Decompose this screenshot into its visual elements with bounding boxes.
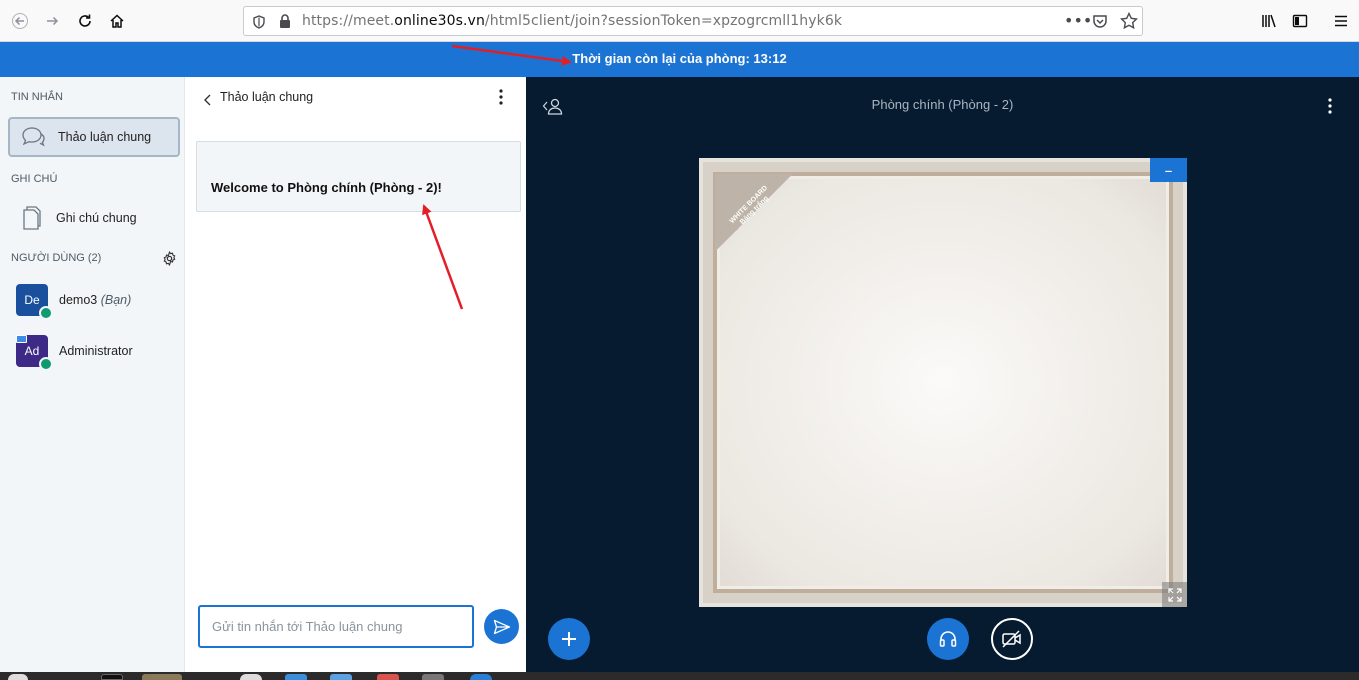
back-icon[interactable] — [6, 7, 34, 35]
url-text: https://meet.online30s.vn/html5client/jo… — [302, 13, 843, 29]
bookmark-star-icon[interactable] — [1119, 11, 1139, 34]
camera-off-button[interactable] — [991, 618, 1033, 660]
user-list-sidebar: TIN NHẮN Thảo luận chung GHI CHÚ Ghi chú… — [0, 77, 185, 672]
minimize-presentation-button[interactable]: – — [1150, 158, 1187, 182]
welcome-message: Welcome to Phòng chính (Phòng - 2)! — [196, 141, 521, 212]
os-taskbar — [0, 672, 1359, 680]
whiteboard-corner-label: WHITE BOARD Bảng trắng — [715, 174, 793, 252]
audio-headset-button[interactable] — [927, 618, 969, 660]
user-item-demo3[interactable]: De demo3 (Bạn) — [16, 284, 181, 320]
page-actions-icon[interactable]: ••• — [1064, 11, 1092, 30]
actions-plus-button[interactable] — [548, 618, 590, 660]
reload-icon[interactable] — [71, 7, 99, 35]
browser-toolbar: https://meet.online30s.vn/html5client/jo… — [0, 0, 1359, 42]
tracking-shield-icon[interactable] — [252, 14, 266, 33]
lock-icon[interactable] — [278, 13, 292, 33]
presentation-area: Phòng chính (Phòng - 2) WHITE BOARD Bảng … — [526, 77, 1359, 672]
chat-panel: Thảo luận chung Welcome to Phòng chính (… — [185, 77, 526, 672]
users-section-title: NGƯỜI DÙNG (2) — [11, 252, 102, 264]
room-title: Phòng chính (Phòng - 2) — [871, 97, 1014, 112]
user-name: demo3 (Bạn) — [59, 293, 132, 307]
headset-icon — [39, 306, 53, 320]
firefox-task-icon[interactable] — [142, 674, 182, 680]
room-timer-bar: Thời gian còn lại của phòng: 13:12 — [0, 42, 1359, 77]
whiteboard-slide[interactable]: WHITE BOARD Bảng trắng — [699, 158, 1187, 607]
launcher-icon[interactable] — [8, 674, 28, 680]
room-timer-text: Thời gian còn lại của phòng: 13:12 — [572, 51, 787, 66]
gear-icon[interactable] — [162, 250, 177, 270]
menu-icon[interactable] — [1327, 7, 1355, 35]
messages-section-title: TIN NHẮN — [11, 91, 63, 103]
app-icon[interactable] — [285, 674, 307, 680]
library-icon[interactable] — [1255, 7, 1283, 35]
options-icon[interactable] — [1328, 98, 1332, 118]
fullscreen-icon[interactable] — [1162, 582, 1187, 607]
pocket-icon[interactable] — [1092, 13, 1108, 33]
user-name: Administrator — [59, 344, 133, 358]
public-chat-label: Thảo luận chung — [58, 130, 152, 144]
chat-message-input[interactable] — [198, 605, 474, 648]
forward-icon[interactable] — [38, 7, 66, 35]
app-icon[interactable] — [330, 674, 352, 680]
send-message-button[interactable] — [484, 609, 519, 644]
notes-icon — [16, 203, 46, 233]
chat-title[interactable]: Thảo luận chung — [220, 90, 313, 104]
app-icon[interactable] — [422, 674, 444, 680]
headset-icon — [39, 357, 53, 371]
chat-options-icon[interactable] — [499, 89, 503, 109]
url-bar[interactable]: https://meet.online30s.vn/html5client/jo… — [243, 6, 1143, 36]
terminal-icon[interactable] — [101, 674, 123, 680]
notes-section-title: GHI CHÚ — [11, 173, 58, 185]
app-icon[interactable] — [470, 674, 492, 680]
presenter-icon — [16, 335, 27, 343]
sidebar-toggle-icon[interactable] — [1286, 7, 1314, 35]
home-icon[interactable] — [103, 7, 131, 35]
app-icon[interactable] — [377, 674, 399, 680]
chevron-left-icon[interactable] — [203, 91, 213, 110]
shared-notes-label: Ghi chú chung — [56, 211, 137, 225]
shared-notes-item[interactable]: Ghi chú chung — [8, 198, 180, 238]
public-chat-item[interactable]: Thảo luận chung — [8, 117, 180, 157]
app-icon[interactable] — [240, 674, 262, 680]
welcome-text: Welcome to Phòng chính (Phòng - 2)! — [211, 180, 442, 195]
chat-icon — [18, 122, 48, 152]
user-item-administrator[interactable]: Ad Administrator — [16, 335, 181, 371]
